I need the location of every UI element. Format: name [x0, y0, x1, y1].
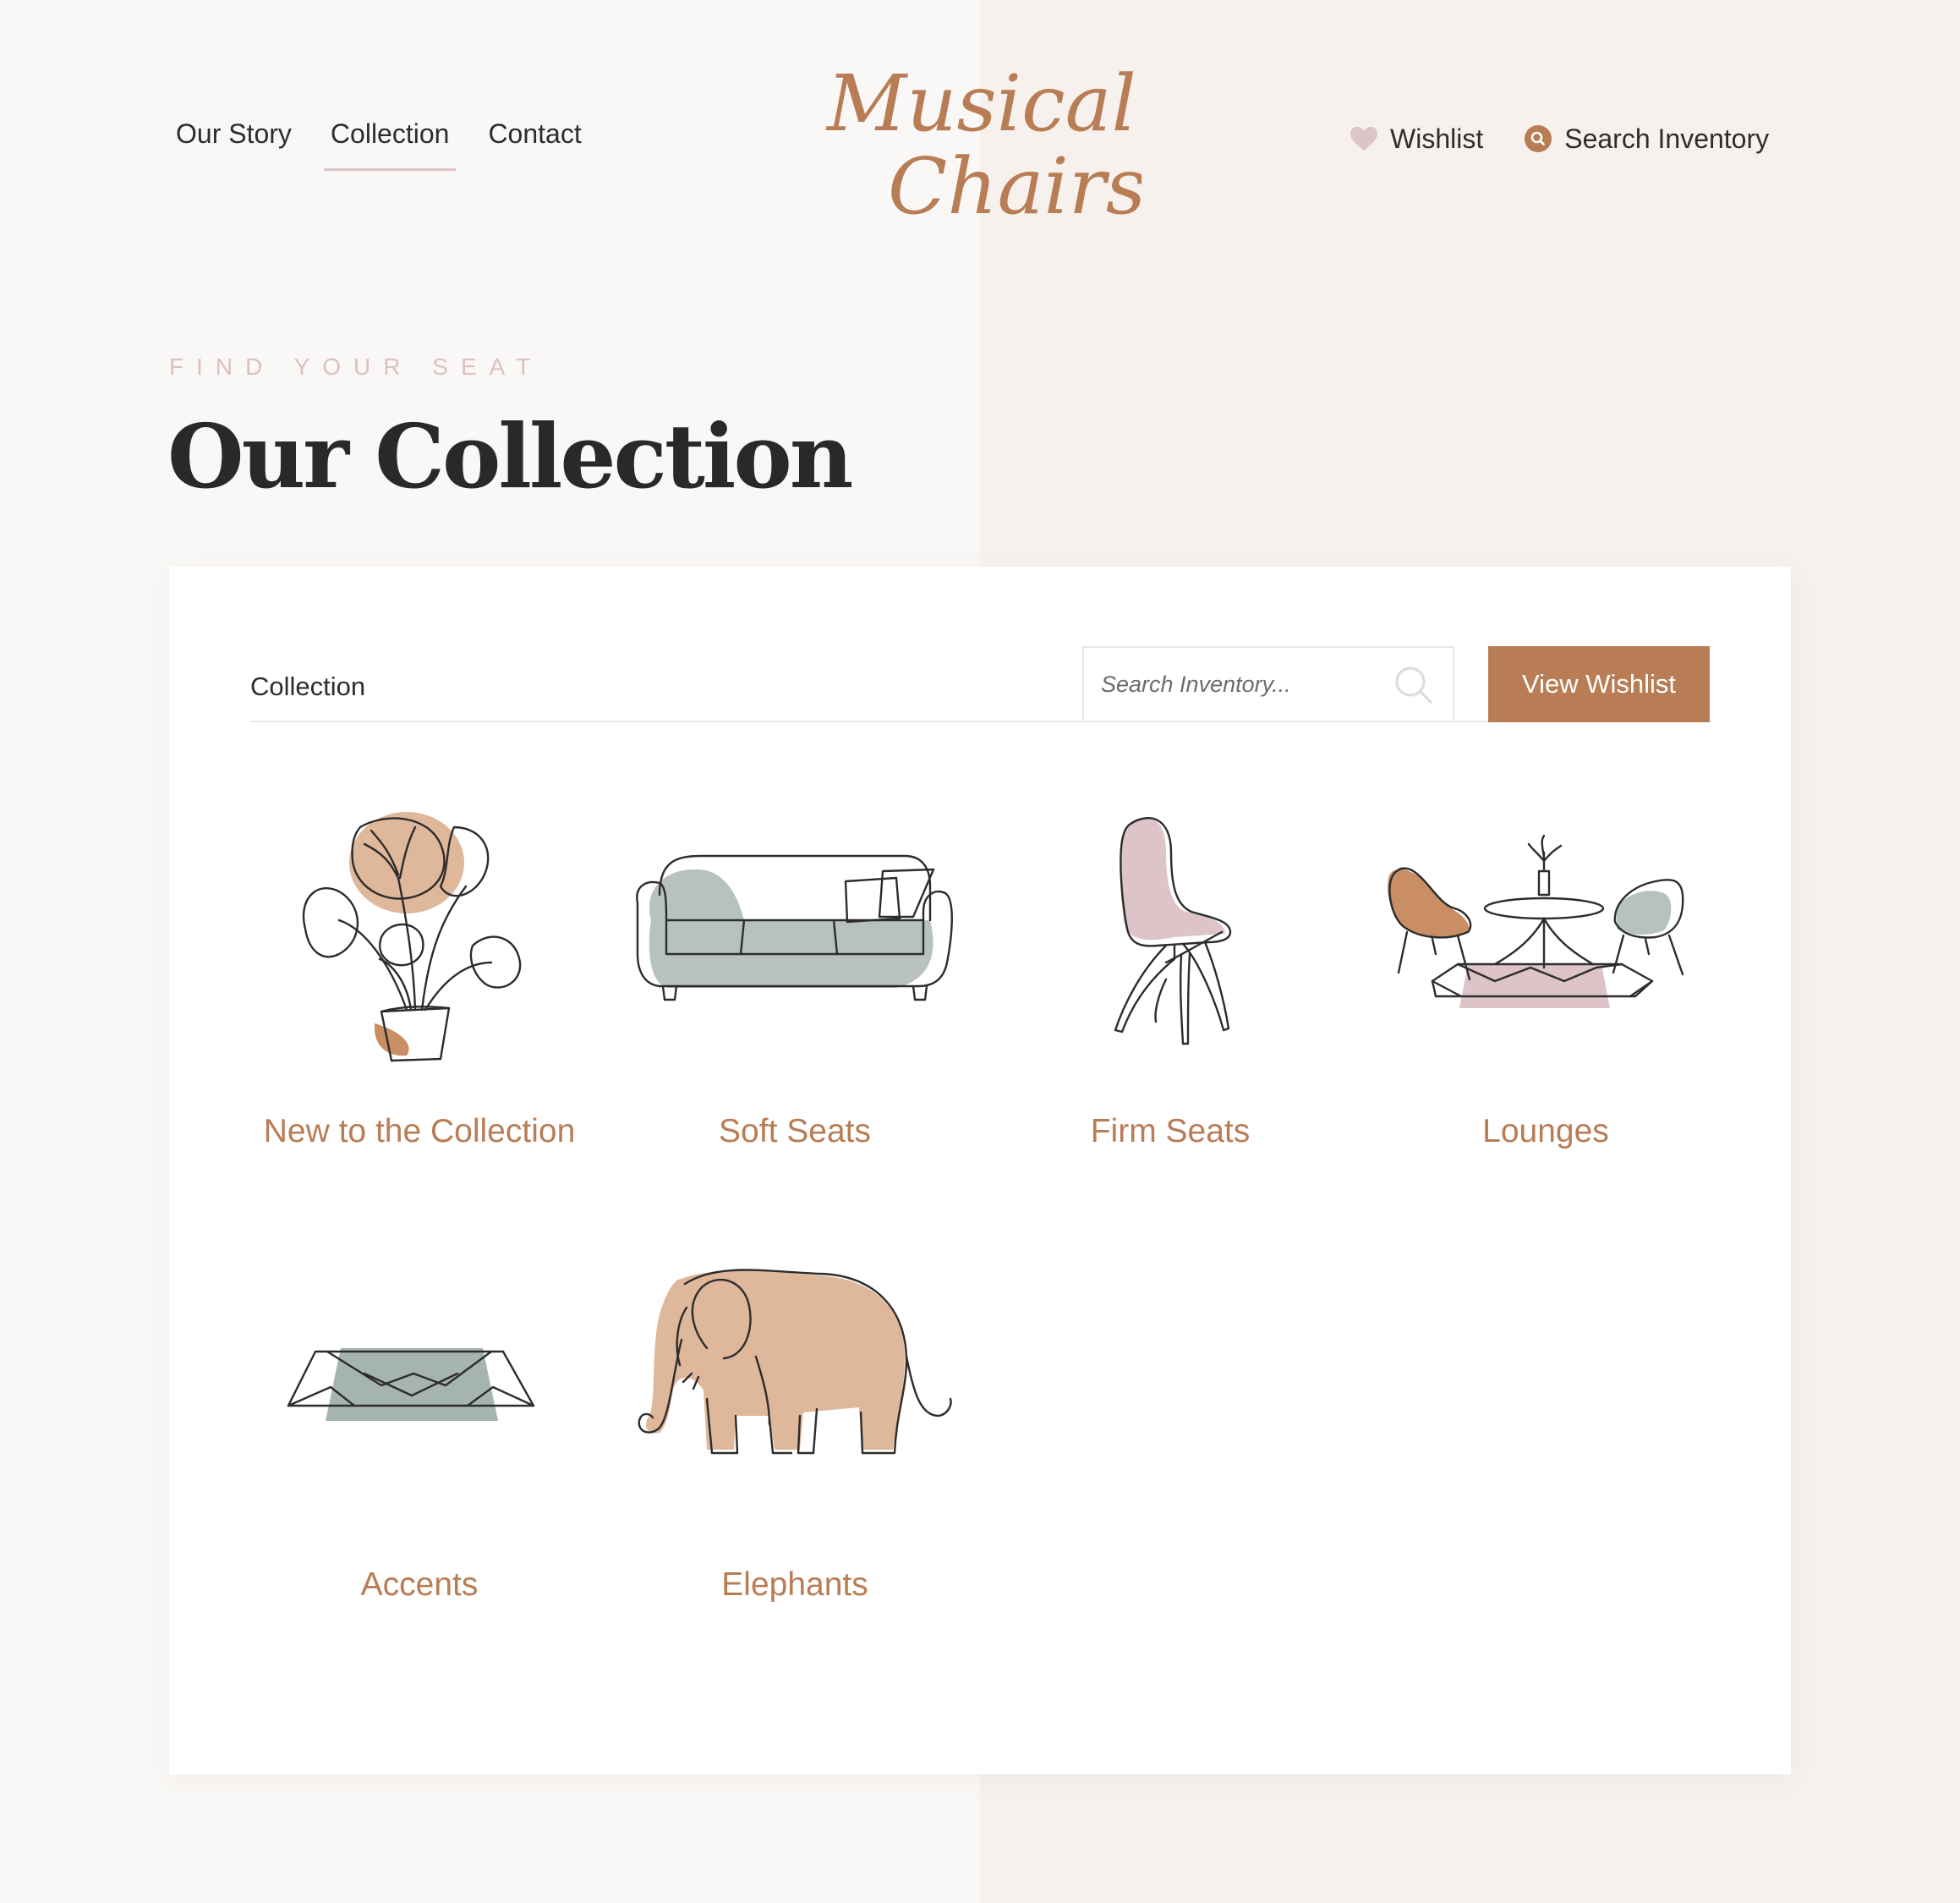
category-label: Lounges [1482, 1113, 1609, 1149]
search-icon [1525, 125, 1552, 152]
category-label: Firm Seats [1090, 1113, 1251, 1149]
category-elephants[interactable]: Elephants [626, 1247, 964, 1636]
main-nav: Our Story Collection Contact [169, 113, 614, 171]
category-art [626, 1247, 964, 1526]
elephant-icon [638, 1269, 952, 1455]
page-title: Our Collection [167, 404, 853, 508]
category-art [1001, 793, 1339, 1072]
category-label: Elephants [721, 1566, 868, 1603]
nav-collection[interactable]: Collection [323, 113, 457, 171]
search-box [1082, 646, 1454, 722]
search-inventory-label: Search Inventory [1564, 123, 1770, 154]
chair-icon [1114, 817, 1232, 1045]
magnifier-icon[interactable] [1393, 665, 1434, 705]
heart-icon [1350, 127, 1377, 151]
sofa-icon [636, 854, 953, 1001]
category-art [626, 793, 964, 1072]
category-label: Accents [360, 1566, 479, 1603]
category-art [250, 1247, 589, 1526]
category-lounges[interactable]: Lounges [1377, 793, 1715, 1182]
utility-nav: Wishlist Search Inventory [1350, 118, 1769, 159]
category-art [1377, 793, 1715, 1072]
rug-icon [287, 1348, 535, 1421]
logo-line-2: Chairs [888, 141, 1142, 232]
lounge-icon [1388, 834, 1684, 1008]
category-label: Soft Seats [719, 1113, 871, 1149]
category-new[interactable]: New to the Collection [250, 793, 589, 1182]
category-soft-seats[interactable]: Soft Seats [626, 793, 964, 1182]
category-firm-seats[interactable]: Firm Seats [1001, 793, 1339, 1182]
wishlist-link[interactable]: Wishlist [1350, 118, 1483, 159]
brand-logo[interactable]: Musical Chairs [820, 59, 1142, 237]
nav-our-story[interactable]: Our Story [169, 113, 298, 154]
toolbar-label: Collection [250, 672, 366, 701]
search-inventory-link[interactable]: Search Inventory [1524, 118, 1769, 159]
category-label: New to the Collection [263, 1113, 576, 1149]
category-accents[interactable]: Accents [250, 1247, 589, 1636]
plant-icon [303, 812, 522, 1062]
logo-line-1: Musical [825, 59, 1136, 149]
hero-eyebrow: FIND YOUR SEAT [169, 354, 544, 380]
view-wishlist-button[interactable]: View Wishlist [1488, 646, 1710, 722]
collection-toolbar: Collection View Wishlist [250, 646, 1710, 722]
category-art [250, 793, 589, 1072]
search-input[interactable] [1101, 648, 1388, 721]
collection-card: Collection View Wishlist [169, 567, 1791, 1774]
wishlist-label: Wishlist [1390, 123, 1484, 154]
nav-contact[interactable]: Contact [481, 113, 588, 154]
